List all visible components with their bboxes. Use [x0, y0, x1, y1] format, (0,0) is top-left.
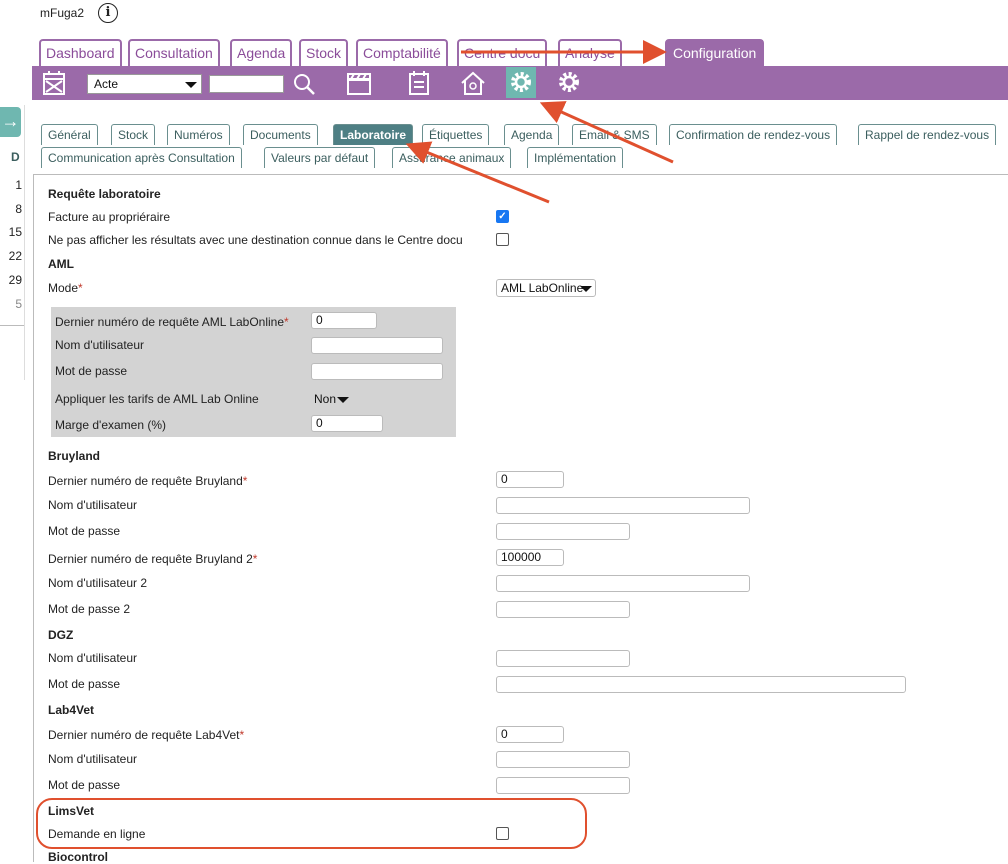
bruyland-user-label: Nom d'utilisateur	[48, 498, 137, 512]
gear-teal-icon[interactable]	[508, 69, 534, 95]
bruyland-pass-label: Mot de passe	[48, 524, 121, 538]
tab-agenda[interactable]: Agenda	[230, 39, 293, 66]
aml-last-num-input[interactable]: 0	[311, 312, 377, 329]
bruyland-last-num2-label: Dernier numéro de requête Bruyland 2*	[48, 552, 258, 566]
hide-results-checkbox[interactable]	[496, 233, 509, 246]
subtab-email-sms[interactable]: Email & SMS	[572, 124, 657, 145]
aml-user-label: Nom d'utilisateur	[55, 338, 144, 352]
gear-icon[interactable]	[556, 69, 582, 95]
aml-marge-input[interactable]: 0	[311, 415, 383, 432]
aml-pass-input[interactable]	[311, 363, 443, 380]
bruyland-pass2-label: Mot de passe 2	[48, 602, 131, 616]
subtab-agenda[interactable]: Agenda	[504, 124, 560, 145]
aml-tarifs-value: Non	[314, 392, 337, 406]
bruyland-user-input[interactable]	[496, 497, 750, 514]
aml-tarifs-select[interactable]: Non	[311, 390, 353, 408]
calendar-header: D	[11, 150, 20, 164]
calendar-cross-icon[interactable]	[42, 70, 66, 96]
app-title: mFuga2	[40, 6, 85, 20]
subtab-assurance-animaux[interactable]: Assurance animaux	[392, 147, 512, 168]
aml-marge-label: Marge d'examen (%)	[55, 418, 166, 432]
subtab-stock[interactable]: Stock	[111, 124, 156, 145]
clipboard-icon[interactable]	[408, 70, 430, 96]
tab-analyse[interactable]: Analyse	[558, 39, 622, 66]
subtab-implementation[interactable]: Implémentation	[527, 147, 624, 168]
subtab-general[interactable]: Général	[41, 124, 98, 145]
bruyland-last-num-label: Dernier numéro de requête Bruyland*	[48, 474, 248, 488]
hide-results-label: Ne pas afficher les résultats avec une d…	[48, 233, 463, 247]
subtab-numeros[interactable]: Numéros	[167, 124, 230, 145]
mode-label: Mode*	[48, 281, 83, 295]
info-icon[interactable]: i	[98, 3, 118, 23]
dgz-pass-input[interactable]	[496, 676, 906, 693]
dgz-user-label: Nom d'utilisateur	[48, 651, 137, 665]
dgz-pass-label: Mot de passe	[48, 677, 121, 691]
left-calendar-panel	[0, 105, 25, 380]
toolbar-search-input[interactable]	[209, 75, 284, 93]
aml-user-input[interactable]	[311, 337, 443, 354]
subtab-valeurs-defaut[interactable]: Valeurs par défaut	[264, 147, 376, 168]
chevron-down-icon	[337, 397, 349, 403]
bruyland-pass2-input[interactable]	[496, 601, 630, 618]
aml-pass-label: Mot de passe	[55, 364, 128, 378]
acte-select-value: Acte	[94, 77, 119, 91]
limsvet-highlight-oval	[36, 798, 587, 849]
facture-label: Facture au propriéraire	[48, 210, 171, 224]
acte-select[interactable]: Acte	[87, 74, 202, 94]
subtab-documents[interactable]: Documents	[243, 124, 318, 145]
tab-dashboard[interactable]: Dashboard	[39, 39, 122, 66]
bruyland-user2-input[interactable]	[496, 575, 750, 592]
aml-last-num-label: Dernier numéro de requête AML LabOnline*	[55, 315, 289, 329]
calendar-day[interactable]: 8	[0, 202, 22, 216]
bruyland-last-num2-input[interactable]: 100000	[496, 549, 564, 566]
lab4vet-last-num-label: Dernier numéro de requête Lab4Vet*	[48, 728, 245, 742]
tab-centre-docu[interactable]: Centre docu	[457, 39, 548, 66]
section-lab4vet: Lab4Vet	[48, 703, 95, 717]
section-requete: Requête laboratoire	[48, 187, 161, 201]
subtab-communication[interactable]: Communication après Consultation	[41, 147, 242, 168]
lab4vet-last-num-input[interactable]: 0	[496, 726, 564, 743]
tab-stock[interactable]: Stock	[299, 39, 349, 66]
dgz-user-input[interactable]	[496, 650, 630, 667]
subtab-confirmation-rdv[interactable]: Confirmation de rendez-vous	[669, 124, 838, 145]
home-icon[interactable]	[460, 70, 486, 96]
tab-comptabilite[interactable]: Comptabilité	[356, 39, 448, 66]
mode-select-value: AML LabOnline	[501, 281, 584, 295]
section-bruyland: Bruyland	[48, 449, 101, 463]
calendar-day[interactable]: 29	[0, 273, 22, 287]
tab-configuration[interactable]: Configuration	[665, 39, 765, 66]
section-dgz: DGZ	[48, 628, 74, 642]
chevron-down-icon	[580, 286, 592, 292]
clapperboard-icon[interactable]	[346, 70, 372, 96]
calendar-day[interactable]: 5	[0, 297, 22, 311]
arrow-right-icon[interactable]: →	[0, 107, 21, 137]
calendar-day[interactable]: 22	[0, 249, 22, 263]
subtab-rappel-rdv[interactable]: Rappel de rendez-vous	[858, 124, 997, 145]
chevron-down-icon	[185, 82, 197, 88]
search-icon[interactable]	[292, 72, 316, 96]
calendar-day[interactable]: 15	[0, 225, 22, 239]
divider	[0, 325, 24, 326]
bruyland-user2-label: Nom d'utilisateur 2	[48, 576, 147, 590]
facture-checkbox[interactable]: ✓	[496, 210, 509, 223]
lab4vet-pass-label: Mot de passe	[48, 778, 121, 792]
subtab-laboratoire[interactable]: Laboratoire	[333, 124, 414, 145]
aml-tarifs-label: Appliquer les tarifs de AML Lab Online	[55, 392, 259, 406]
calendar-day[interactable]: 1	[0, 178, 22, 192]
bruyland-pass-input[interactable]	[496, 523, 630, 540]
tab-consultation[interactable]: Consultation	[128, 39, 220, 66]
subtab-etiquettes[interactable]: Étiquettes	[422, 124, 490, 145]
mode-select[interactable]: AML LabOnline	[496, 279, 596, 297]
lab4vet-user-label: Nom d'utilisateur	[48, 752, 137, 766]
lab4vet-pass-input[interactable]	[496, 777, 630, 794]
section-aml: AML	[48, 257, 74, 271]
bruyland-last-num-input[interactable]: 0	[496, 471, 564, 488]
lab4vet-user-input[interactable]	[496, 751, 630, 768]
